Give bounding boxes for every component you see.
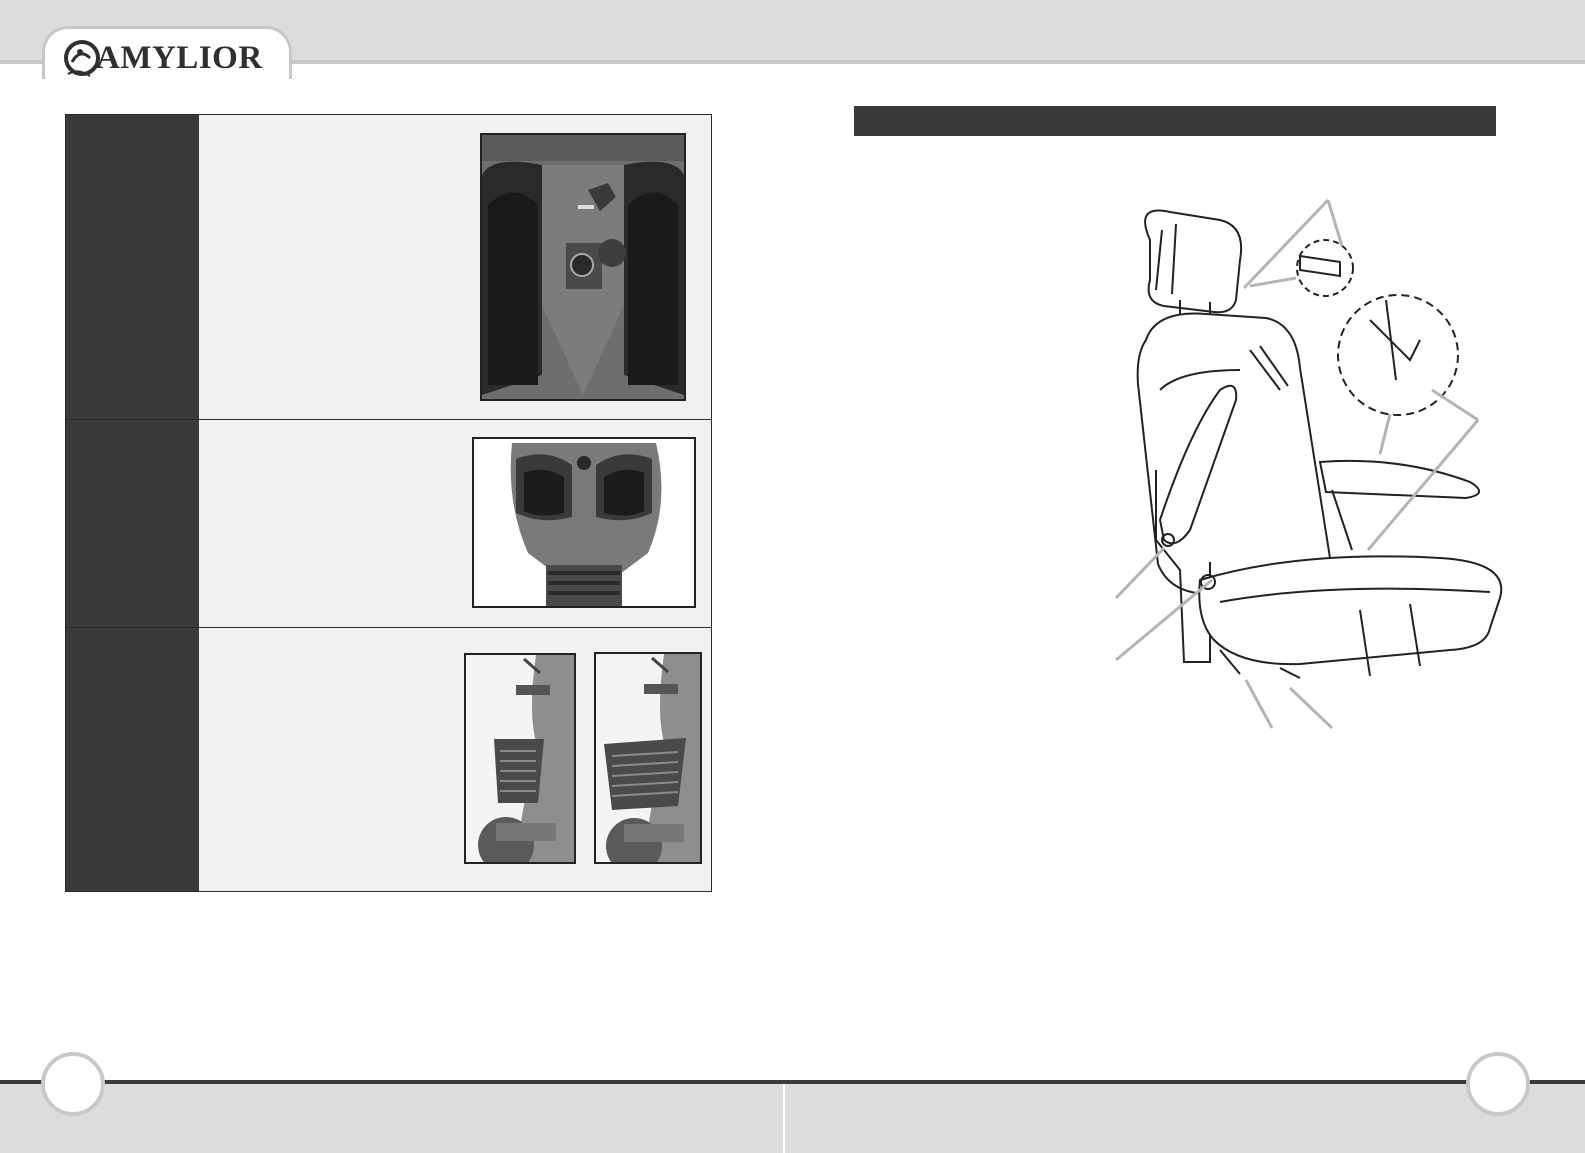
row-header-cell	[66, 115, 199, 419]
row-header-cell	[66, 420, 199, 627]
basket-photo	[464, 653, 576, 864]
charging-port-image	[482, 135, 684, 399]
brand-name: AMYLIOR	[96, 39, 263, 76]
basket-closed-image	[466, 655, 574, 862]
page-number-circle-left	[41, 1052, 105, 1116]
row-header-cell	[66, 628, 199, 891]
footer-rule	[0, 1080, 1585, 1084]
table-row	[66, 115, 711, 420]
row-content-cell	[199, 420, 711, 627]
seat-diagram	[1114, 198, 1503, 730]
table-row	[66, 420, 711, 628]
page-spine	[783, 1084, 785, 1153]
brand-logo: AMYLIOR	[62, 36, 263, 80]
feature-table	[65, 114, 712, 892]
basket-photo	[594, 652, 702, 864]
front-console-image	[474, 439, 694, 606]
section-heading-bar	[854, 106, 1496, 136]
footer-band	[0, 1083, 1585, 1153]
basket-open-image	[596, 654, 700, 862]
charging-port-photo	[480, 133, 686, 401]
page-number-circle-right	[1466, 1052, 1530, 1116]
front-console-photo	[472, 437, 696, 608]
row-content-cell	[199, 628, 711, 891]
row-content-cell	[199, 115, 711, 419]
table-row	[66, 628, 711, 891]
